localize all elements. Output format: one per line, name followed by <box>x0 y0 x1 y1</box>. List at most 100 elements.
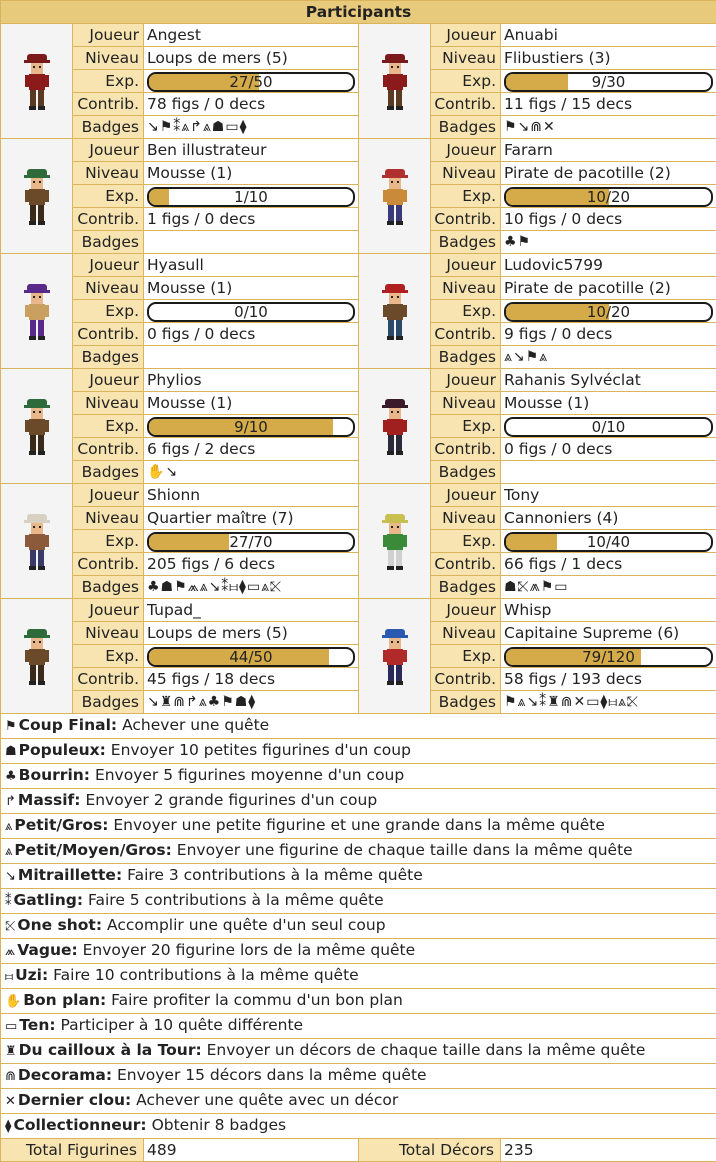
player-contrib: 9 figs / 0 decs <box>501 323 716 346</box>
player-badges: ⚑↘⋒✕ <box>501 116 716 139</box>
label-joueur: Joueur <box>73 254 144 277</box>
label-badges: Badges <box>73 691 144 714</box>
exp-progress-text: 0/10 <box>506 419 711 435</box>
badge-name: One shot: <box>17 916 102 934</box>
exp-progress-bar: 1/10 <box>147 187 355 207</box>
player-level: Cannoniers (4) <box>501 507 716 530</box>
badge-legend-item: ⁑Gatling: Faire 5 contributions à la mêm… <box>1 889 716 914</box>
player-name: Rahanis Sylvéclat <box>501 369 716 392</box>
badge-icon: ⤪ <box>5 919 15 934</box>
label-badges: Badges <box>431 346 501 369</box>
label-contrib: Contrib. <box>73 323 144 346</box>
badge-name: Decorama: <box>18 1066 112 1084</box>
label-contrib: Contrib. <box>73 553 144 576</box>
table-title: Participants <box>1 1 716 24</box>
badge-icon: ⚑ <box>5 719 17 734</box>
legend-row: ⋒Decorama: Envoyer 15 décors dans la mêm… <box>1 1064 716 1089</box>
exp-progress-text: 27/50 <box>149 74 353 90</box>
label-exp: Exp. <box>431 415 501 438</box>
player-row: NiveauMousse (1)NiveauPirate de pacotill… <box>1 162 716 185</box>
label-badges: Badges <box>431 691 501 714</box>
player-level: Capitaine Supreme (6) <box>501 622 716 645</box>
exp-progress-bar: 27/70 <box>147 532 355 552</box>
label-joueur: Joueur <box>73 369 144 392</box>
player-row: Badges↘⚑⁑⩓↱⩓☗▭⧫Badges⚑↘⋒✕ <box>1 116 716 139</box>
label-joueur: Joueur <box>431 599 501 622</box>
badge-description: Achever une quête avec un décor <box>136 1091 398 1109</box>
player-badges: ↘♜⋒↱⩓♣⚑☗⧫ <box>144 691 359 714</box>
player-row: Badges✋↘Badges <box>1 461 716 484</box>
label-contrib: Contrib. <box>431 668 501 691</box>
badge-description: Envoyer 15 décors dans la même quête <box>117 1066 427 1084</box>
badge-description: Participer à 10 quête différente <box>61 1016 304 1034</box>
player-contrib: 0 figs / 0 decs <box>501 438 716 461</box>
exp-progress-text: 1/10 <box>149 189 353 205</box>
badge-description: Envoyer 20 figurine lors de la même quêt… <box>83 941 416 959</box>
pirate-avatar-icon <box>22 165 52 227</box>
badge-name: Du cailloux à la Tour: <box>19 1041 202 1059</box>
badge-name: Mitraillette: <box>18 866 122 884</box>
badge-legend-item: ⩓Petit/Gros: Envoyer une petite figurine… <box>1 814 716 839</box>
badge-name: Dernier clou: <box>18 1091 131 1109</box>
label-joueur: Joueur <box>431 484 501 507</box>
player-avatar <box>359 484 431 599</box>
player-exp: 0/10 <box>144 300 359 323</box>
label-niveau: Niveau <box>73 162 144 185</box>
player-contrib: 1 figs / 0 decs <box>144 208 359 231</box>
player-row: JoueurBen illustrateurJoueurFararn <box>1 139 716 162</box>
player-row: JoueurPhyliosJoueurRahanis Sylvéclat <box>1 369 716 392</box>
player-row: Exp.9/10Exp.0/10 <box>1 415 716 438</box>
badge-name: Coup Final: <box>19 716 117 734</box>
label-contrib: Contrib. <box>73 438 144 461</box>
exp-progress-text: 10/40 <box>506 534 711 550</box>
label-exp: Exp. <box>431 70 501 93</box>
player-contrib: 11 figs / 15 decs <box>501 93 716 116</box>
totals-row: Total Figurines 489 Total Décors 235 <box>1 1139 716 1162</box>
label-badges: Badges <box>431 461 501 484</box>
exp-progress-bar: 9/10 <box>147 417 355 437</box>
badge-description: Faire 10 contributions à la même quête <box>53 966 359 984</box>
player-badges: ⚑⩓↘⁑♜⋒✕▭⧫⧦⩓⤪ <box>501 691 716 714</box>
player-level: Pirate de pacotille (2) <box>501 162 716 185</box>
player-row: NiveauQuartier maître (7)NiveauCannonier… <box>1 507 716 530</box>
exp-progress-text: 27/70 <box>149 534 353 550</box>
player-avatar <box>1 369 73 484</box>
player-level: Loups de mers (5) <box>144 47 359 70</box>
pirate-avatar-icon <box>22 625 52 687</box>
badge-description: Faire 3 contributions à la même quête <box>127 866 423 884</box>
label-contrib: Contrib. <box>73 208 144 231</box>
label-joueur: Joueur <box>73 599 144 622</box>
badge-icon: ↘ <box>5 869 16 884</box>
badge-icon: ♣ <box>5 769 17 784</box>
legend-row: ⧫Collectionneur: Obtenir 8 badges <box>1 1114 716 1139</box>
player-level: Flibustiers (3) <box>501 47 716 70</box>
player-badges: ♣⚑ <box>501 231 716 254</box>
badge-icon: ⧫ <box>5 1119 11 1134</box>
label-joueur: Joueur <box>73 484 144 507</box>
badge-name: Vague: <box>17 941 77 959</box>
badge-description: Envoyer une figurine de chaque taille da… <box>177 841 633 859</box>
player-name: Shionn <box>144 484 359 507</box>
player-exp: 10/20 <box>501 300 716 323</box>
player-row: NiveauLoups de mers (5)NiveauCapitaine S… <box>1 622 716 645</box>
badge-legend-item: ☗Populeux: Envoyer 10 petites figurines … <box>1 739 716 764</box>
exp-progress-bar: 9/30 <box>504 72 713 92</box>
label-niveau: Niveau <box>73 622 144 645</box>
player-exp: 27/70 <box>144 530 359 553</box>
exp-progress-bar: 0/10 <box>504 417 713 437</box>
player-contrib: 10 figs / 0 decs <box>501 208 716 231</box>
player-exp: 44/50 <box>144 645 359 668</box>
pirate-avatar-icon <box>22 280 52 342</box>
player-level: Mousse (1) <box>144 392 359 415</box>
player-row: Contrib.78 figs / 0 decsContrib.11 figs … <box>1 93 716 116</box>
label-exp: Exp. <box>431 185 501 208</box>
pirate-avatar-icon <box>380 50 410 112</box>
label-badges: Badges <box>431 576 501 599</box>
badge-name: Bon plan: <box>23 991 106 1009</box>
player-exp: 0/10 <box>501 415 716 438</box>
player-badges: ⩓↘⚑⩓ <box>501 346 716 369</box>
exp-progress-bar: 27/50 <box>147 72 355 92</box>
badge-description: Envoyer 2 grande figurines d'un coup <box>85 791 377 809</box>
player-avatar <box>1 484 73 599</box>
player-badges: ↘⚑⁑⩓↱⩓☗▭⧫ <box>144 116 359 139</box>
